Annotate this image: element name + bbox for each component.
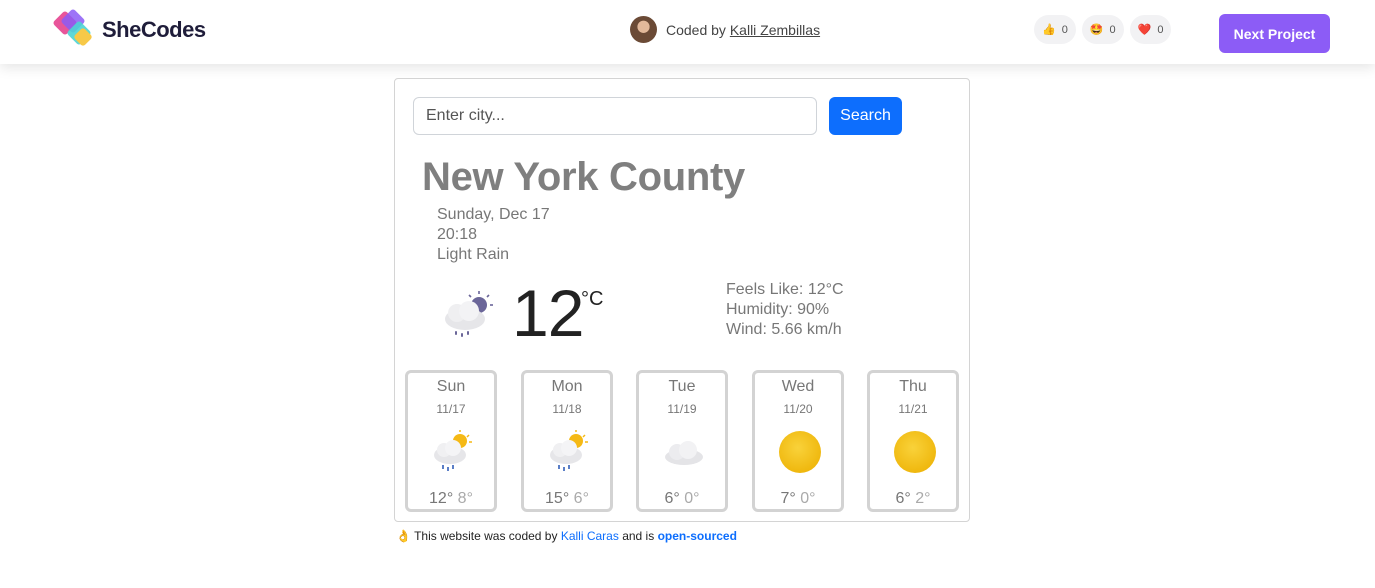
search-button[interactable]: Search (829, 97, 902, 135)
weather-card: Search New York County Sunday, Dec 17 20… (394, 78, 970, 522)
humidity: Humidity: 90% (726, 301, 830, 318)
forecast-day-name: Wed (781, 378, 815, 395)
top-bar: SheCodes Coded by Kalli Zembillas 👍 0 🤩 … (0, 0, 1375, 64)
forecast-day: Sun 11/17 12° 8° (405, 370, 497, 512)
coder-link[interactable]: Kalli Zembillas (730, 22, 820, 38)
ok-hand-icon: 👌 (396, 529, 411, 543)
forecast-day-name: Mon (551, 378, 583, 395)
forecast-temps: 12° 8° (408, 490, 494, 508)
forecast-date: 11/18 (552, 402, 582, 416)
forecast-day-name: Thu (899, 378, 927, 395)
reactions: 👍 0 🤩 0 ❤️ 0 (1034, 15, 1172, 44)
forecast-max: 12° (429, 490, 454, 507)
current-temperature: 12 (512, 276, 584, 350)
shecodes-logo-icon (53, 9, 92, 46)
weather-description: Light Rain (437, 246, 510, 263)
avatar (630, 16, 657, 43)
next-project-button[interactable]: Next Project (1219, 14, 1330, 53)
forecast-min: 0° (684, 490, 700, 507)
forecast-day: Tue 11/19 6° 0° (636, 370, 728, 512)
weather-details: Feels Like: 12°C Humidity: 90% Wind: 5.6… (726, 280, 844, 340)
footer-prefix: This website was coded by (414, 529, 558, 543)
forecast-max: 15° (545, 490, 570, 507)
forecast-min: 2° (915, 490, 931, 507)
forecast-temps: 7° 0° (755, 490, 841, 508)
night-rain-cloud-icon (445, 291, 493, 337)
reaction-count: 0 (1109, 23, 1116, 36)
cloud-icon (665, 441, 703, 465)
coded-by: Coded by Kalli Zembillas (630, 16, 820, 43)
open-source-link[interactable]: open-sourced (658, 529, 737, 543)
coded-by-label: Coded by (666, 21, 726, 38)
feels-like: Feels Like: 12°C (726, 281, 844, 298)
thumbs-up-icon: 👍 (1042, 24, 1056, 36)
footer: 👌 This website was coded by Kalli Caras … (396, 529, 737, 543)
city-search-input[interactable] (413, 97, 817, 135)
forecast-day-name: Sun (436, 378, 466, 395)
author-link[interactable]: Kalli Caras (561, 529, 619, 543)
forecast-max: 6° (895, 490, 911, 507)
sun-icon (894, 431, 936, 473)
sun-icon (779, 431, 821, 473)
current-date: Sunday, Dec 17 (437, 206, 550, 223)
wind-speed: Wind: 5.66 km/h (726, 321, 842, 338)
heart-icon: ❤️ (1137, 24, 1152, 36)
forecast-day-name: Tue (668, 378, 696, 395)
forecast-row: Sun 11/17 12° 8° Mon 11/18 15° 6° Tue 11… (405, 370, 961, 512)
forecast-max: 7° (780, 490, 796, 507)
reaction-heart[interactable]: ❤️ 0 (1129, 15, 1172, 44)
forecast-temps: 15° 6° (524, 490, 610, 508)
shecodes-logo[interactable]: SheCodes (52, 8, 206, 52)
star-struck-icon: 🤩 (1089, 24, 1104, 36)
sun-rain-cloud-icon (550, 430, 588, 471)
city-name: New York County (422, 155, 745, 199)
current-meta: Sunday, Dec 17 20:18 Light Rain (437, 205, 550, 265)
forecast-min: 8° (457, 490, 473, 507)
forecast-day: Wed 11/20 7° 0° (752, 370, 844, 512)
forecast-day: Mon 11/18 15° 6° (521, 370, 613, 512)
sun-rain-cloud-icon (434, 430, 472, 471)
forecast-min: 6° (573, 490, 589, 507)
forecast-max: 6° (664, 490, 680, 507)
brand-name: SheCodes (102, 17, 206, 42)
forecast-date: 11/21 (898, 402, 928, 416)
forecast-temps: 6° 2° (870, 490, 956, 508)
reaction-star-struck[interactable]: 🤩 0 (1081, 15, 1124, 44)
footer-middle: and is (622, 529, 655, 543)
forecast-date: 11/19 (667, 402, 697, 416)
forecast-day: Thu 11/21 6° 2° (867, 370, 959, 512)
forecast-temps: 6° 0° (639, 490, 725, 508)
forecast-min: 0° (800, 490, 816, 507)
forecast-date: 11/17 (436, 402, 466, 416)
reaction-count: 0 (1157, 23, 1164, 36)
temperature-unit[interactable]: °C (581, 288, 603, 311)
current-time: 20:18 (437, 226, 478, 243)
reaction-count: 0 (1061, 23, 1068, 36)
reaction-thumbs-up[interactable]: 👍 0 (1034, 15, 1076, 44)
forecast-date: 11/20 (783, 402, 813, 416)
